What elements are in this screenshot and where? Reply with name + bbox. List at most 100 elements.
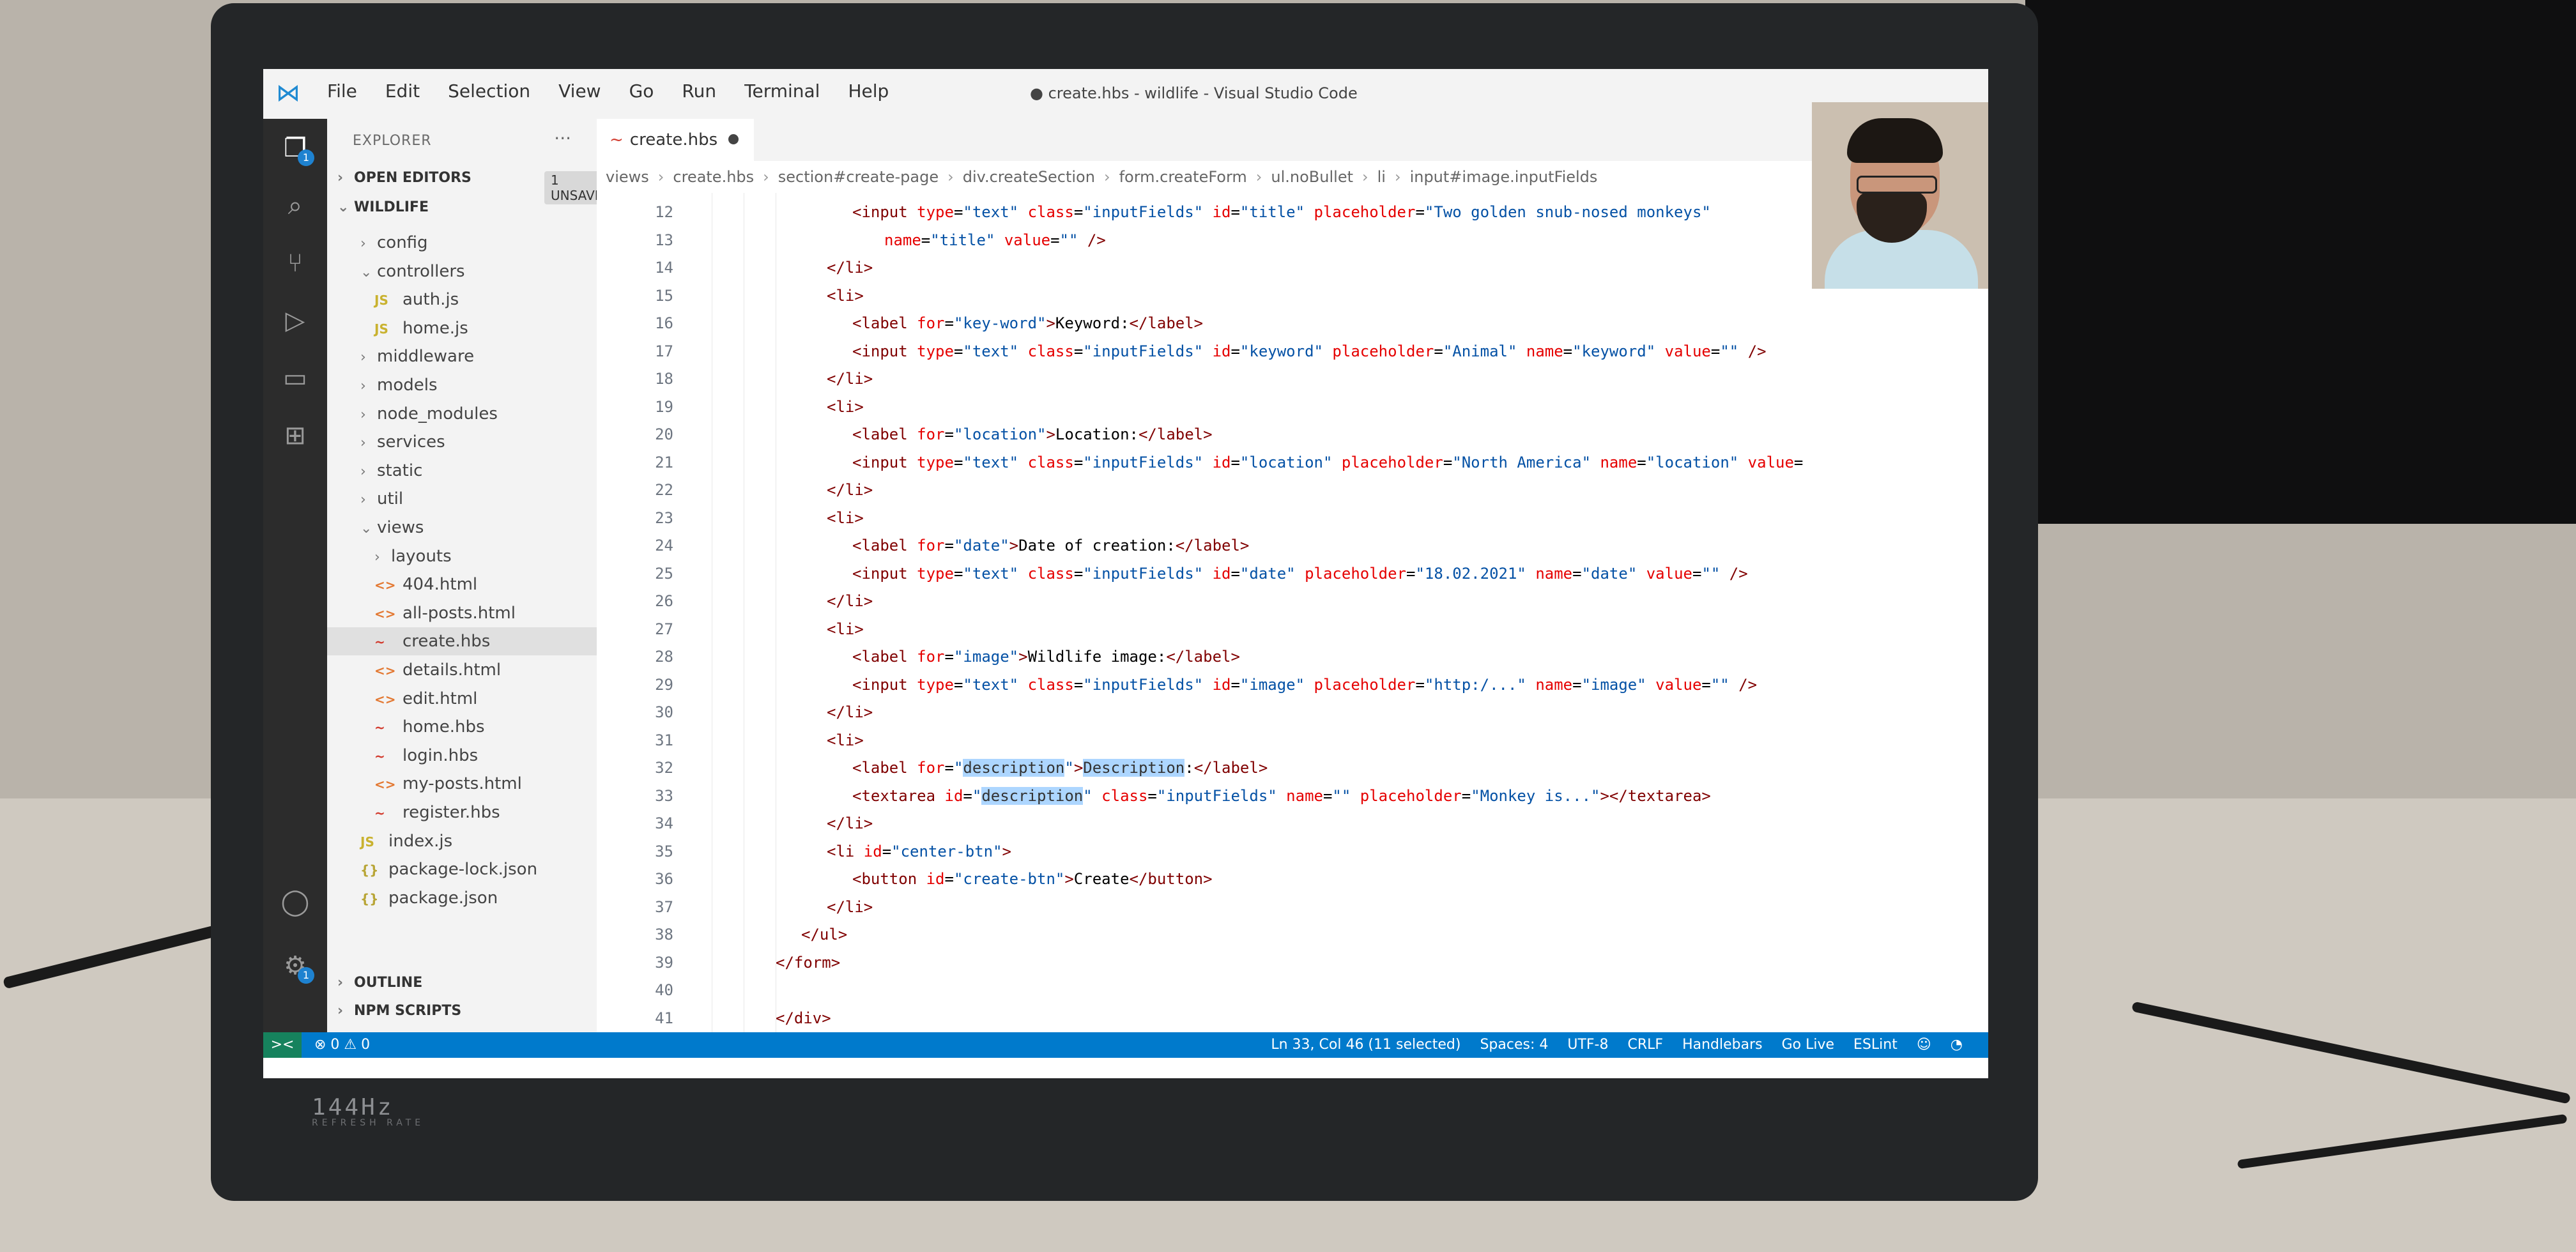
menu-run[interactable]: Run (682, 80, 716, 102)
tree-item-label: home.js (402, 318, 468, 338)
tree-item[interactable]: › models (327, 371, 597, 399)
open-editors-section[interactable]: › OPEN EDITORS (337, 170, 471, 186)
language-mode[interactable]: Handlebars (1682, 1032, 1763, 1058)
menu-view[interactable]: View (558, 80, 601, 102)
code-text: </li> (827, 254, 873, 282)
tree-item[interactable]: JS index.js (327, 827, 597, 855)
code-token: placeholder (1314, 675, 1416, 694)
code-token: = (963, 786, 972, 805)
npm-scripts-section[interactable]: › NPM SCRIPTS (337, 1003, 461, 1019)
tree-item[interactable]: {} package.json (327, 884, 597, 912)
tree-item[interactable]: › static (327, 457, 597, 485)
code-editor[interactable]: 12 <input type="text" class="inputFields"… (597, 193, 1988, 1055)
tree-item[interactable]: › util (327, 485, 597, 513)
menu-terminal[interactable]: Terminal (744, 80, 820, 102)
tree-item[interactable]: <> edit.html (327, 685, 597, 713)
tree-item-label: 404.html (402, 575, 478, 595)
workspace-label: WILDLIFE (354, 199, 429, 215)
eslint-status[interactable]: ESLint (1853, 1032, 1897, 1058)
tab-create-hbs[interactable]: ~ create.hbs (597, 119, 754, 161)
code-token: </li> (827, 814, 873, 832)
settings-gear-icon[interactable]: ⚙ 1 (279, 949, 314, 984)
menu-selection[interactable]: Selection (448, 80, 530, 102)
workspace-section[interactable]: ⌄ WILDLIFE (337, 199, 429, 215)
code-token: class (1027, 203, 1074, 221)
feedback-icon[interactable]: ☺ (1917, 1032, 1931, 1058)
code-token: for (917, 425, 945, 443)
menu-file[interactable]: File (327, 80, 357, 102)
go-live-button[interactable]: Go Live (1782, 1032, 1834, 1058)
notifications-bell-icon[interactable]: ◔ (1951, 1032, 1963, 1058)
code-token: = (944, 537, 954, 554)
tree-item[interactable]: › node_modules (327, 400, 597, 428)
code-token: placeholder (1360, 786, 1462, 805)
breadcrumb-item[interactable]: li (1377, 168, 1386, 186)
line-number: 25 (655, 564, 673, 583)
tree-item[interactable]: › services (327, 428, 597, 456)
code-token: = (1637, 453, 1646, 471)
explorer-icon[interactable]: ❐ 1 (279, 132, 314, 166)
code-token: = (944, 314, 954, 332)
tree-item[interactable]: ~ create.hbs (327, 627, 597, 656)
encoding[interactable]: UTF-8 (1567, 1032, 1608, 1058)
tree-item[interactable]: <> details.html (327, 656, 597, 684)
code-token: <label (852, 425, 917, 443)
breadcrumb-item[interactable]: input#image.inputFields (1410, 168, 1598, 186)
tree-item[interactable]: JS auth.js (327, 286, 597, 314)
extensions-icon[interactable]: ⊞ (279, 419, 312, 452)
breadcrumb-item[interactable]: form.createForm (1119, 168, 1247, 186)
breadcrumb-item[interactable]: create.hbs (673, 168, 754, 186)
remote-indicator[interactable]: >< (263, 1032, 302, 1058)
problems-indicator[interactable]: ⊗ 0 ⚠ 0 (314, 1032, 370, 1058)
tree-item[interactable]: ~ home.hbs (327, 713, 597, 741)
tree-item[interactable]: › config (327, 229, 597, 257)
run-debug-icon[interactable]: ▷ (279, 304, 312, 337)
menu-edit[interactable]: Edit (385, 80, 420, 102)
code-token: type (917, 203, 954, 221)
tree-item[interactable]: ~ login.hbs (327, 742, 597, 770)
source-control-icon[interactable]: ⑂ (279, 247, 312, 280)
code-token: /> (1087, 231, 1106, 249)
menu-help[interactable]: Help (848, 80, 889, 102)
code-token: <input (852, 342, 917, 360)
end-of-line[interactable]: CRLF (1628, 1032, 1664, 1058)
menu-go[interactable]: Go (629, 80, 654, 102)
code-token: <li> (827, 286, 864, 305)
tree-item-label: util (377, 489, 404, 509)
line-number: 15 (655, 286, 673, 305)
code-token: > (1046, 314, 1055, 332)
cursor-position[interactable]: Ln 33, Col 46 (11 selected) (1271, 1032, 1460, 1058)
indentation[interactable]: Spaces: 4 (1480, 1032, 1548, 1058)
unsaved-dot-icon[interactable] (728, 134, 739, 144)
tree-item[interactable]: <> 404.html (327, 570, 597, 599)
account-icon[interactable]: ◯ (279, 885, 312, 919)
tree-item[interactable]: <> my-posts.html (327, 770, 597, 798)
tree-item[interactable]: › layouts (327, 542, 597, 570)
tree-item[interactable]: › middleware (327, 342, 597, 370)
tree-item[interactable]: JS home.js (327, 314, 597, 342)
code-token: "Animal" (1443, 342, 1526, 360)
more-actions-icon[interactable]: ··· (554, 128, 571, 149)
tree-item[interactable]: {} package-lock.json (327, 855, 597, 883)
breadcrumb-item[interactable]: section#create-page (778, 168, 939, 186)
chevron-right-icon: › (360, 378, 366, 394)
tree-item[interactable]: <> all-posts.html (327, 599, 597, 627)
code-token: "18.02.2021" (1415, 564, 1536, 583)
code-token: "inputFields" (1083, 675, 1213, 694)
tree-item[interactable]: ⌄ controllers (327, 257, 597, 286)
code-token: "text" (963, 675, 1028, 694)
code-token: placeholder (1305, 564, 1407, 583)
code-token: "date" (1239, 564, 1305, 583)
remote-explorer-icon[interactable]: ▭ (279, 362, 312, 395)
code-token: "text" (963, 203, 1028, 221)
breadcrumb-item[interactable]: views (606, 168, 649, 186)
tree-item[interactable]: ~ register.hbs (327, 798, 597, 827)
tree-item-label: models (377, 376, 438, 395)
breadcrumb-item[interactable]: ul.noBullet (1271, 168, 1353, 186)
search-icon[interactable]: ⌕ (279, 189, 312, 222)
tree-item[interactable]: ⌄ views (327, 514, 597, 542)
code-token: id (1212, 453, 1231, 471)
outline-section[interactable]: › OUTLINE (337, 975, 422, 991)
tree-item-label: my-posts.html (402, 774, 522, 794)
breadcrumb-item[interactable]: div.createSection (963, 168, 1095, 186)
